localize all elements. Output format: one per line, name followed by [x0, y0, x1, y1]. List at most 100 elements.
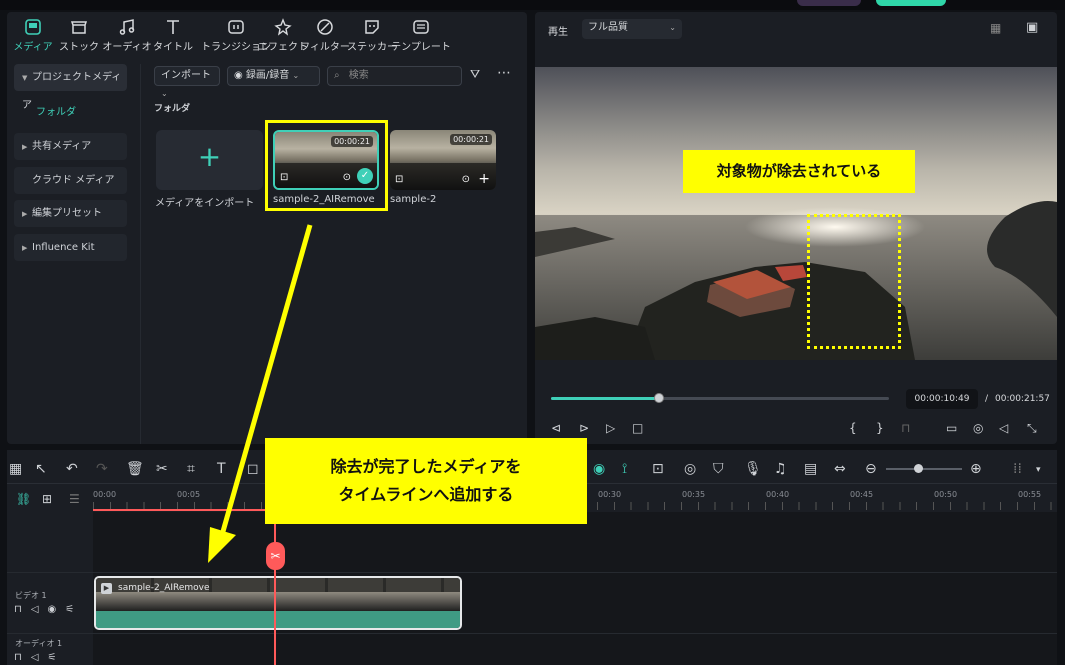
stop-icon[interactable]: □ [632, 421, 643, 435]
media-name: sample-2 [390, 194, 437, 205]
wand-icon[interactable]: ⚟ [65, 604, 83, 615]
ai-tool-icon[interactable]: ◉ [593, 461, 605, 477]
sidebar-item-folder[interactable]: フォルダ [14, 99, 127, 126]
audio-badge-icon: ⊙ [461, 174, 470, 185]
chevron-down-icon[interactable]: ▾ [1036, 465, 1041, 475]
tab-label: タイトル [153, 42, 193, 53]
timeline-clip[interactable]: ▶ sample-2_AIRemove [94, 576, 462, 630]
account-pill[interactable] [797, 0, 861, 6]
sidebar-item-label: クラウド メディア [32, 175, 115, 186]
audio-track-label: オーディオ 1 [15, 639, 63, 648]
sidebar-item-label: Influence Kit [32, 242, 95, 253]
grid-icon[interactable]: ⁞⁞ [1013, 461, 1022, 477]
lock-icon[interactable]: ⊓ [14, 652, 31, 663]
sidebar-item-project-media[interactable]: ▼ プロジェクトメディア [14, 64, 127, 111]
search-input[interactable]: ⌕ 検索 [327, 66, 462, 86]
progress-fill [551, 397, 660, 400]
sidebar-divider [140, 64, 141, 444]
tab-label: ステッカー [347, 42, 397, 53]
media-thumbnail[interactable]: 00:00:21 ⊡ ⊙ + [390, 130, 496, 190]
add-to-timeline-icon[interactable]: + [478, 171, 490, 187]
prev-frame-icon[interactable]: ⊲ [551, 421, 561, 435]
zoom-out-icon[interactable]: ⊖ [865, 461, 877, 477]
redo-icon[interactable]: ↷ [96, 461, 108, 477]
expand-right-icon: ▶ [22, 244, 28, 252]
snapshot-icon[interactable]: ◎ [973, 421, 983, 435]
clip-video-icon: ▶ [101, 583, 112, 594]
search-placeholder: 検索 [348, 70, 369, 81]
stock-icon [70, 21, 88, 34]
audio-list-icon[interactable]: ♫ [774, 461, 787, 477]
record-dropdown[interactable]: ◉ 録画/録音 ⌄ [227, 66, 320, 86]
mark-in-icon[interactable]: { [849, 421, 857, 435]
eye-icon[interactable]: ◉ [48, 604, 66, 615]
zoom-slider[interactable] [886, 464, 962, 473]
track-add-icon[interactable]: ⊞ [42, 492, 52, 506]
video-track-label: ビデオ 1 [15, 591, 47, 600]
import-dropdown[interactable]: インポート ⌄ [154, 66, 220, 98]
more-options-icon[interactable]: ⋯ [497, 65, 511, 81]
clip-name: sample-2_AIRemove [118, 583, 210, 593]
playback-progress[interactable] [551, 393, 889, 403]
ai-badge-icon: ⊡ [395, 174, 404, 185]
ruler-tick: 00:00 [93, 490, 117, 499]
speed-icon[interactable]: ◎ [684, 461, 696, 477]
mark-out-icon[interactable]: } [876, 421, 884, 435]
layout-icon[interactable]: ▦ [9, 461, 22, 477]
sticker-icon [365, 20, 379, 34]
link-icon[interactable]: ⛓ [16, 492, 31, 506]
grid-view-icon[interactable]: ▦ [990, 21, 1001, 35]
added-check-icon: ✓ [357, 168, 373, 184]
fullscreen-icon[interactable]: ⤡ [1027, 421, 1037, 436]
media-icon [25, 19, 41, 35]
ruler-tick: 00:45 [850, 490, 874, 499]
import-media-tile[interactable]: + [156, 130, 263, 190]
media-thumbnail[interactable]: 00:00:21 ⊡ ⊙ ✓ [273, 130, 379, 190]
shield-icon[interactable]: ⛉ [713, 461, 724, 477]
ruler-tick: 00:55 [1018, 490, 1042, 499]
sidebar-item-influence-kit[interactable]: ▶ Influence Kit [14, 234, 127, 261]
zoom-handle[interactable] [914, 464, 923, 473]
play-icon[interactable]: ▷ [606, 421, 615, 435]
zoom-in-icon[interactable]: ⊕ [970, 461, 982, 477]
wand-icon[interactable]: ⚟ [48, 652, 66, 663]
crop-icon[interactable]: ⌗ [187, 461, 195, 477]
track-separator [7, 633, 1057, 634]
display-icon[interactable]: ▭ [946, 421, 957, 435]
speaker-icon[interactable]: ◁ [31, 604, 48, 615]
clip-settings-icon[interactable]: ▤ [804, 461, 817, 477]
expand-down-icon: ▼ [22, 74, 28, 82]
speaker-icon[interactable]: ◁ [31, 652, 48, 663]
track-manage-icon[interactable]: ☰ [69, 492, 80, 506]
sidebar-item-cloud-media[interactable]: クラウド メディア [14, 167, 127, 194]
time-separator: / [985, 394, 989, 404]
effect-icon [274, 18, 292, 36]
chevron-down-icon: ⌄ [669, 23, 676, 32]
quality-dropdown[interactable]: フル品質 ⌄ [582, 19, 682, 39]
insert-icon[interactable]: ⊓ [901, 421, 910, 435]
fit-icon[interactable]: ⇔ [834, 461, 846, 477]
filter-sort-icon[interactable]: ⛛ [470, 67, 480, 82]
tab-title[interactable]: タイトル [143, 16, 203, 53]
video-track-controls[interactable]: ⊓◁◉⚟ [14, 604, 83, 615]
audio-track-controls[interactable]: ⊓◁⚟ [14, 652, 65, 663]
callout-removed: 対象物が除去されている [683, 150, 915, 193]
microphone-icon[interactable]: 🎙 [744, 461, 762, 477]
section-title: フォルダ [154, 104, 191, 114]
next-frame-icon[interactable]: ⊳ [579, 421, 589, 435]
record-voice-icon[interactable]: ⊡ [652, 461, 664, 477]
lock-icon[interactable]: ⊓ [14, 604, 31, 615]
upgrade-button[interactable] [876, 0, 946, 6]
select-tool-icon[interactable]: ↖ [35, 461, 47, 477]
sidebar-item-edit-preset[interactable]: ▶ 編集プリセット [14, 200, 127, 227]
sidebar-item-shared-media[interactable]: ▶ 共有メディア [14, 133, 127, 160]
cut-icon[interactable]: ✂ [156, 461, 168, 477]
split-icon[interactable]: ⟟ [622, 461, 627, 477]
title-icon [167, 20, 179, 34]
delete-icon[interactable]: 🗑 [126, 461, 144, 477]
undo-icon[interactable]: ↶ [66, 461, 78, 477]
volume-icon[interactable]: ◁ [999, 421, 1008, 435]
tab-template[interactable]: テンプレート [391, 16, 451, 53]
video-preview [535, 67, 1057, 360]
image-view-icon[interactable]: ▣ [1026, 20, 1038, 35]
